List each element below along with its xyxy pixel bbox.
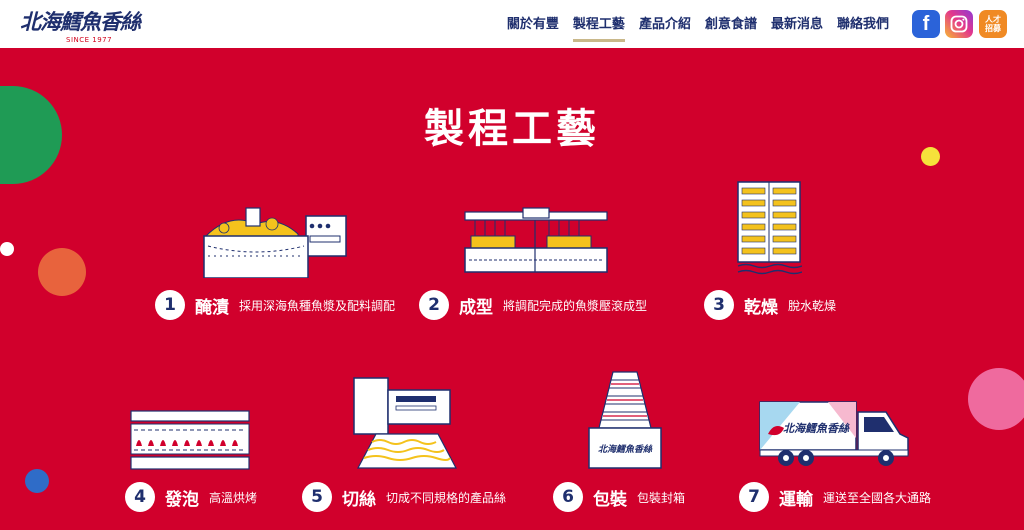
step-name: 醃漬 xyxy=(195,297,229,318)
site-header: 北海鱈魚香絲 SINCE 1977 關於有豐 製程工藝 產品介紹 創意食譜 最新… xyxy=(0,0,1024,48)
nav-item-about[interactable]: 關於有豐 xyxy=(500,14,566,36)
step-description: 切成不同規格的產品絲 xyxy=(386,490,507,505)
process-section: 製程工藝 北海鱈魚香絲 北海鱈魚香絲 1 醃漬 採用深海魚種魚漿及配料調配 2 … xyxy=(0,48,1024,530)
facebook-icon: f xyxy=(922,12,930,35)
section-title: 製程工藝 xyxy=(424,106,600,152)
step-description: 將調配完成的魚漿壓滾成型 xyxy=(503,298,648,313)
decor-circle-white xyxy=(0,242,14,256)
brand-logo[interactable]: 北海鱈魚香絲 SINCE 1977 xyxy=(20,6,141,44)
nav-item-recipes[interactable]: 創意食譜 xyxy=(698,14,764,36)
facebook-button[interactable]: f xyxy=(912,10,940,38)
step-name: 包裝 xyxy=(593,489,627,510)
step-name: 成型 xyxy=(459,297,493,318)
nav-item-news[interactable]: 最新消息 xyxy=(764,14,830,36)
foaming-oven-illustration xyxy=(130,410,250,470)
step-number: 3 xyxy=(704,290,734,320)
step-number: 6 xyxy=(553,482,583,512)
truck-logo-text: 北海鱈魚香絲 xyxy=(783,422,850,435)
step-2-label: 2 成型 將調配完成的魚漿壓滾成型 xyxy=(419,290,647,320)
recruit-button[interactable]: 人才 招募 xyxy=(979,10,1007,38)
step-description: 運送至全國各大通路 xyxy=(823,490,932,505)
drying-rack-illustration xyxy=(737,181,802,275)
cutting-machine-illustration xyxy=(353,377,457,469)
step-description: 採用深海魚種魚漿及配料調配 xyxy=(239,298,396,313)
step-description: 脫水乾燥 xyxy=(788,298,837,313)
step-number: 4 xyxy=(125,482,155,512)
step-5-label: 5 切絲 切成不同規格的產品絲 xyxy=(302,482,506,512)
recruit-label-1: 人才 xyxy=(985,15,1001,24)
step-description: 包裝封箱 xyxy=(637,490,686,505)
decor-circle-orange xyxy=(38,248,86,296)
instagram-button[interactable] xyxy=(945,10,973,38)
step-number: 7 xyxy=(739,482,769,512)
logo-since: SINCE 1977 xyxy=(66,36,113,44)
nav-item-contact[interactable]: 聯絡我們 xyxy=(830,14,896,36)
nav-item-process[interactable]: 製程工藝 xyxy=(566,14,632,42)
recruit-label-2: 招募 xyxy=(985,24,1001,33)
step-name: 運輸 xyxy=(779,489,813,510)
step-name: 發泡 xyxy=(165,489,199,510)
step-3-label: 3 乾燥 脫水乾燥 xyxy=(704,290,836,320)
step-number: 5 xyxy=(302,482,332,512)
box-logo-text: 北海鱈魚香絲 xyxy=(598,444,653,455)
step-7-label: 7 運輸 運送至全國各大通路 xyxy=(739,482,931,512)
step-number: 2 xyxy=(419,290,449,320)
instagram-icon xyxy=(950,15,968,33)
step-name: 切絲 xyxy=(342,489,376,510)
main-nav: 關於有豐 製程工藝 產品介紹 創意食譜 最新消息 聯絡我們 xyxy=(500,14,896,42)
marinating-machine-illustration xyxy=(203,207,347,278)
step-name: 乾燥 xyxy=(744,297,778,318)
logo-text: 北海鱈魚香絲 xyxy=(20,9,141,34)
step-1-label: 1 醃漬 採用深海魚種魚漿及配料調配 xyxy=(155,290,395,320)
step-number: 1 xyxy=(155,290,185,320)
step-4-label: 4 發泡 高溫烘烤 xyxy=(125,482,257,512)
nav-item-products[interactable]: 產品介紹 xyxy=(632,14,698,36)
step-6-label: 6 包裝 包裝封箱 xyxy=(553,482,685,512)
delivery-truck-illustration: 北海鱈魚香絲 xyxy=(759,401,909,466)
forming-press-illustration xyxy=(464,207,608,273)
decor-circle-blue xyxy=(25,469,49,493)
packaging-box-illustration: 北海鱈魚香絲 xyxy=(588,371,662,469)
decor-circle-pink xyxy=(968,368,1024,430)
step-description: 高溫烘烤 xyxy=(209,490,258,505)
